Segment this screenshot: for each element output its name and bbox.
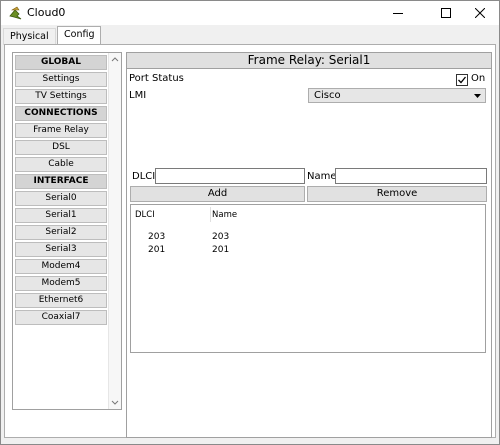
port-status-checkbox[interactable] [456, 74, 468, 86]
dlci-table[interactable]: DLCI Name 203 203 201 201 [130, 204, 486, 353]
table-cell-dlci: 201 [148, 245, 166, 255]
port-status-on-label: On [471, 73, 486, 84]
sidebar-item-cable[interactable]: Cable [15, 157, 107, 172]
sidebar-item-serial2[interactable]: Serial2 [15, 225, 107, 240]
table-cell-name: 203 [212, 232, 230, 242]
lmi-label: LMI [129, 90, 147, 101]
sidebar-item-coaxial7[interactable]: Coaxial7 [15, 310, 107, 325]
sidebar-item-serial0[interactable]: Serial0 [15, 191, 107, 206]
dlci-input[interactable] [155, 168, 305, 184]
table-cell-name: 201 [212, 245, 230, 255]
name-input[interactable] [335, 168, 487, 184]
sidebar-item-global: GLOBAL [15, 55, 107, 70]
lmi-selected-value: Cisco [314, 90, 341, 101]
minimize-button[interactable] [381, 1, 415, 25]
tab-physical[interactable]: Physical [3, 28, 56, 45]
sidebar-scrollbar[interactable] [108, 53, 121, 409]
scroll-up-icon[interactable] [109, 54, 121, 66]
maximize-button[interactable] [429, 1, 463, 25]
tab-bar: Physical Config [1, 25, 499, 46]
table-row[interactable]: 201 201 [131, 245, 485, 257]
close-button[interactable] [463, 1, 497, 25]
page-title: Frame Relay: Serial1 [127, 53, 491, 69]
table-row[interactable]: 203 203 [131, 232, 485, 244]
lmi-select[interactable]: Cisco [308, 88, 486, 103]
tab-config[interactable]: Config [57, 26, 102, 46]
column-header-dlci[interactable]: DLCI [135, 210, 155, 220]
sidebar-item-interface: INTERFACE [15, 174, 107, 189]
column-divider [210, 207, 211, 222]
sidebar-item-modem4[interactable]: Modem4 [15, 259, 107, 274]
sidebar-item-settings[interactable]: Settings [15, 72, 107, 87]
minimize-icon [393, 13, 403, 14]
sidebar-item-frame-relay[interactable]: Frame Relay [15, 123, 107, 138]
sidebar-item-serial3[interactable]: Serial3 [15, 242, 107, 257]
sidebar-list: GLOBAL Settings TV Settings CONNECTIONS Fram… [15, 55, 107, 327]
table-cell-dlci: 203 [148, 232, 166, 242]
sidebar-item-dsl[interactable]: DSL [15, 140, 107, 155]
application-window: Cloud0 Physical Config GLOBAL Settings TV … [0, 0, 500, 445]
sidebar-item-serial1[interactable]: Serial1 [15, 208, 107, 223]
sidebar: GLOBAL Settings TV Settings CONNECTIONS Fram… [12, 52, 122, 410]
frame-relay-config: Frame Relay: Serial1 Port Status On LMI … [126, 52, 492, 438]
scroll-down-icon[interactable] [109, 396, 121, 408]
add-button[interactable]: Add [130, 186, 305, 202]
port-status-label: Port Status [129, 73, 184, 84]
remove-button[interactable]: Remove [307, 186, 487, 202]
sidebar-item-tv-settings[interactable]: TV Settings [15, 89, 107, 104]
cloud-app-icon [8, 5, 24, 21]
maximize-icon [441, 8, 451, 18]
title-bar[interactable]: Cloud0 [1, 1, 499, 25]
config-panel: GLOBAL Settings TV Settings CONNECTIONS Fram… [4, 44, 496, 438]
sidebar-item-modem5[interactable]: Modem5 [15, 276, 107, 291]
window-title: Cloud0 [27, 6, 66, 19]
sidebar-item-ethernet6[interactable]: Ethernet6 [15, 293, 107, 308]
chevron-down-icon [474, 94, 481, 98]
close-icon [475, 8, 485, 18]
column-header-name[interactable]: Name [212, 210, 237, 220]
name-label: Name [307, 171, 337, 182]
sidebar-item-connections: CONNECTIONS [15, 106, 107, 121]
dlci-label: DLCI [132, 171, 156, 182]
checkmark-icon [458, 76, 467, 84]
